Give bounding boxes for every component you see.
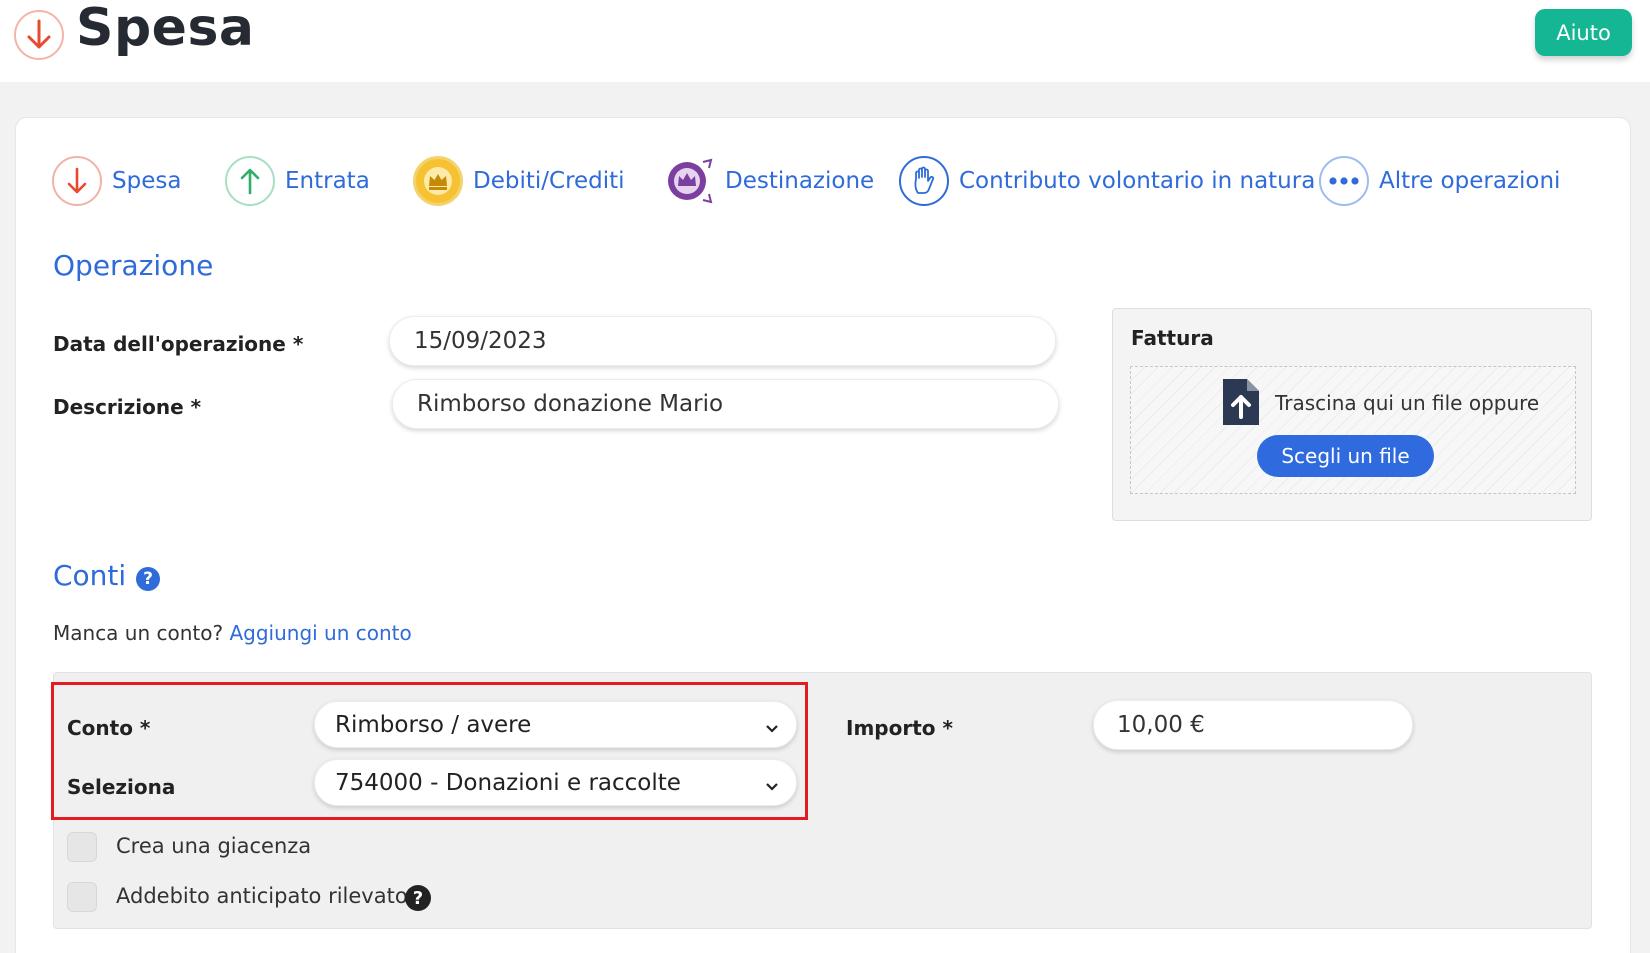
conto-label: Conto * [67,716,151,740]
tab-label: Contributo volontario in natura [959,168,1316,194]
tab-destinazione[interactable]: Destinazione [665,153,874,209]
tab-contributo-volontario[interactable]: Contributo volontario in natura [899,153,1315,209]
importo-input[interactable]: 10,00 € [1093,700,1413,750]
section-title-conti: Conti [53,559,127,592]
tab-spesa[interactable]: Spesa [52,153,181,209]
giacenza-checkbox[interactable] [67,832,97,862]
help-circle-icon[interactable]: ? [405,885,431,911]
date-input[interactable]: 15/09/2023 [389,316,1056,366]
tab-entrata[interactable]: Entrata [225,153,370,209]
tab-label: Altre operazioni [1379,168,1561,194]
conto-select-value: Rimborso / avere [335,711,532,738]
importo-label: Importo * [846,716,953,740]
fattura-panel: Fattura Trascina qui un file oppure Sceg… [1112,308,1592,521]
choose-file-button[interactable]: Scegli un file [1257,435,1434,477]
tab-label: Entrata [285,168,370,194]
missing-account-text: Manca un conto? Aggiungi un conto [53,621,412,645]
conto-select[interactable]: Rimborso / avere [314,701,797,748]
description-input[interactable]: Rimborso donazione Mario [392,379,1059,429]
date-label: Data dell'operazione * [53,332,304,356]
crown-icon [413,156,463,206]
tab-label: Debiti/Crediti [473,168,625,194]
chevron-down-icon [764,716,780,742]
arrow-down-icon [52,156,102,206]
add-account-link[interactable]: Aggiungi un conto [229,621,411,645]
addebito-label: Addebito anticipato rilevato [116,884,408,908]
tab-debiti-crediti[interactable]: Debiti/Crediti [413,153,625,209]
tab-label: Spesa [112,168,182,194]
fattura-title: Fattura [1131,326,1214,350]
seleziona-select[interactable]: 754000 - Donazioni e raccolte [314,759,797,806]
drop-text: Trascina qui un file oppure [1275,391,1540,415]
file-upload-icon [1221,377,1261,431]
tab-label: Destinazione [725,168,875,194]
missing-account-label: Manca un conto? [53,621,224,645]
description-label: Descrizione * [53,395,202,419]
help-circle-icon[interactable]: ? [136,567,160,591]
seleziona-label: Seleziona [67,775,176,799]
addebito-checkbox[interactable] [67,882,97,912]
tab-altre-operazioni[interactable]: Altre operazioni [1319,153,1560,209]
arrow-up-icon [225,156,275,206]
file-dropzone[interactable]: Trascina qui un file oppure Scegli un fi… [1130,366,1576,494]
seleziona-select-value: 754000 - Donazioni e raccolte [335,769,681,796]
arrow-down-icon [14,10,64,60]
more-dots-icon [1319,156,1369,206]
section-title-operazione: Operazione [53,249,214,282]
page-title: Spesa [76,0,255,58]
crown-transfer-icon [665,156,715,206]
hand-icon [899,156,949,206]
giacenza-label: Crea una giacenza [116,834,312,858]
chevron-down-icon [764,774,780,800]
top-bar: Spesa Aiuto [0,0,1650,82]
help-button[interactable]: Aiuto [1535,9,1632,56]
